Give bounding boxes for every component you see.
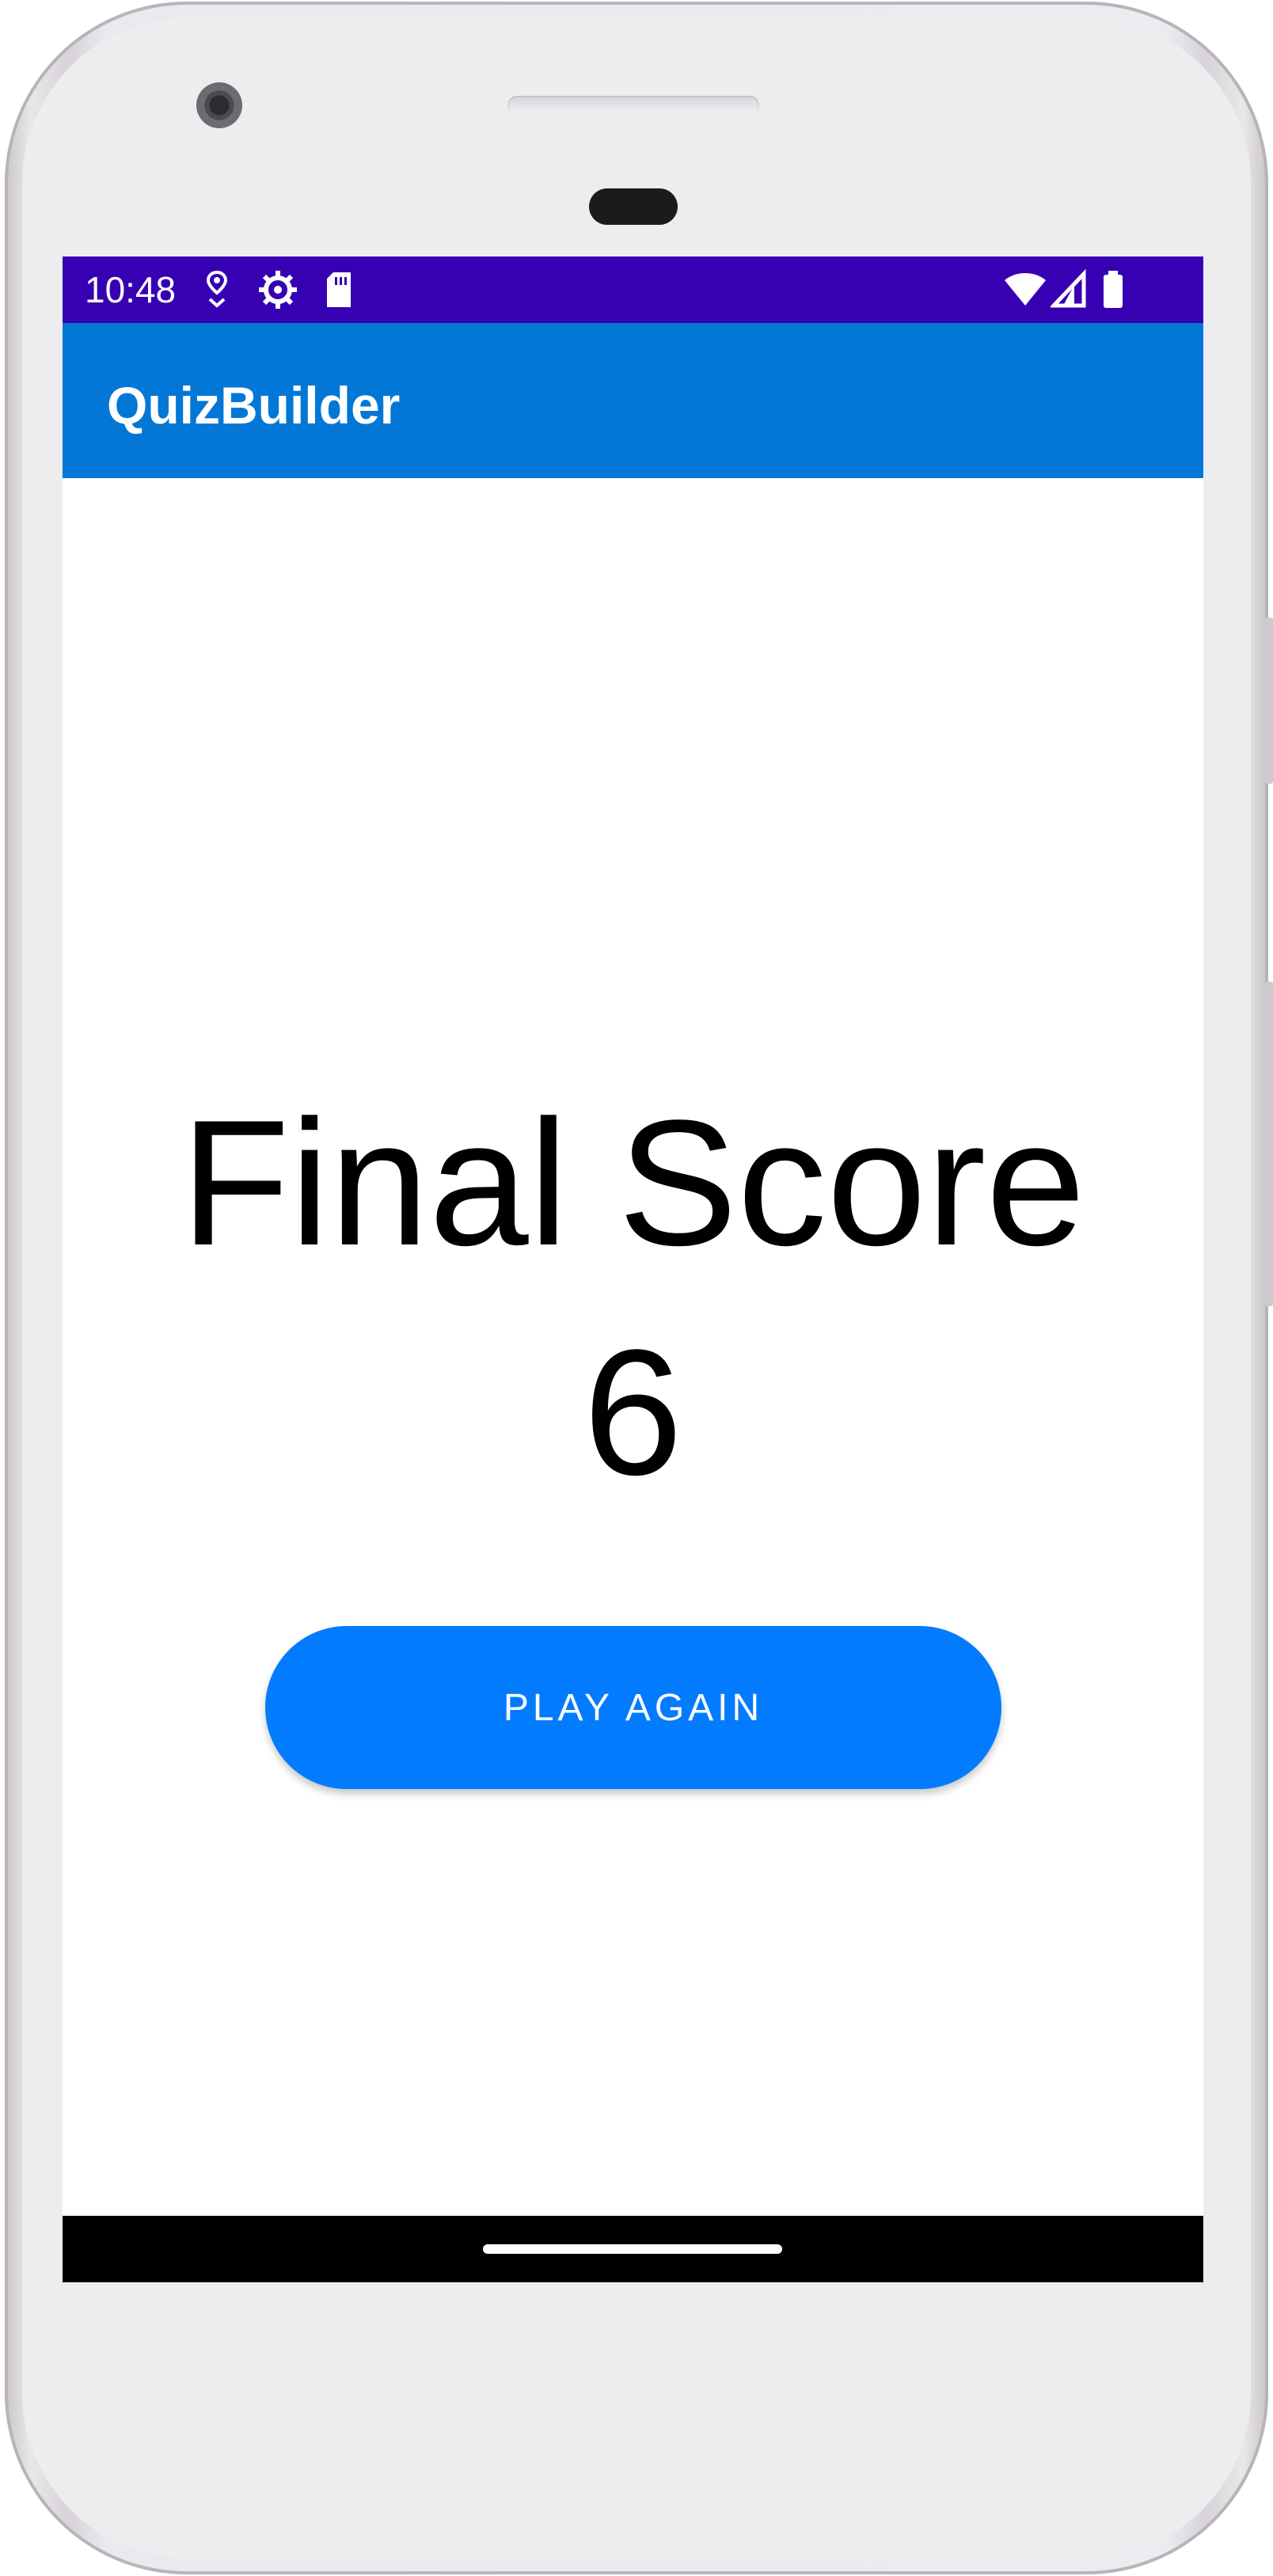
play-again-button[interactable]: PLAY AGAIN: [265, 1626, 1001, 1789]
earpiece-speaker: [507, 96, 759, 115]
status-time: 10:48: [85, 269, 177, 310]
wifi-icon: [1005, 273, 1046, 306]
final-score-screen: Final Score 6 PLAY AGAIN: [63, 478, 1203, 2216]
sd-card-icon: [327, 272, 351, 307]
phone-screen: 10:48 QuizBuilder Final Score 6 PLAY AGA…: [63, 256, 1203, 2282]
app-title: QuizBuilder: [107, 376, 401, 435]
power-button: [1265, 617, 1273, 784]
final-score-heading: Final Score: [180, 1082, 1086, 1282]
volume-button: [1265, 982, 1273, 1306]
navigation-bar: [63, 2216, 1203, 2282]
final-score-value: 6: [583, 1312, 683, 1512]
proximity-sensor: [589, 188, 678, 225]
settings-gear-icon: [259, 271, 297, 309]
cellular-signal-icon: [1051, 269, 1086, 308]
status-bar: 10:48: [63, 256, 1203, 323]
app-bar: QuizBuilder: [63, 323, 1203, 478]
battery-icon: [1104, 271, 1123, 308]
device-stage: 10:48 QuizBuilder Final Score 6 PLAY AGA…: [0, 0, 1273, 2576]
location-pin-icon: [206, 270, 228, 308]
front-camera: [196, 82, 242, 128]
home-gesture-handle[interactable]: [483, 2244, 782, 2254]
